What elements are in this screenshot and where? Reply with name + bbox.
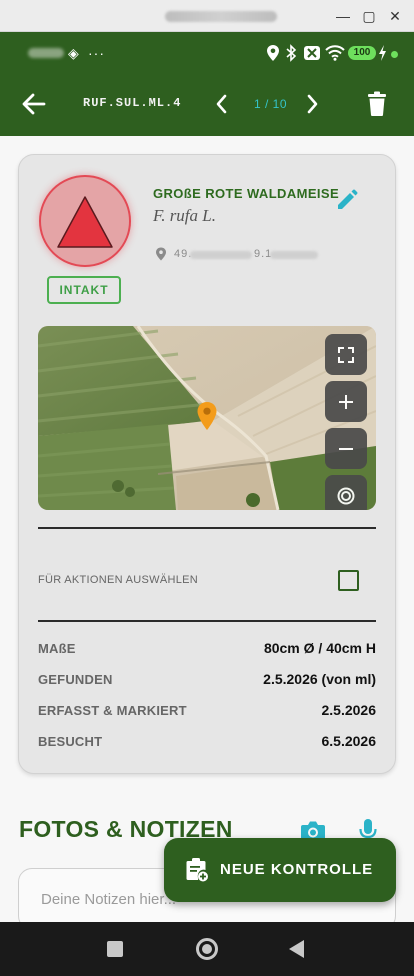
coordinates-redacted [270,251,318,259]
found-value: 2.5.2026 (von ml) [263,671,376,687]
wifi-icon [325,45,345,61]
coordinates-redacted [190,251,252,259]
nest-status-marker [39,175,131,267]
visited-label: BESUCHT [38,734,103,749]
visited-value: 6.5.2026 [321,733,377,749]
nest-detail-content[interactable]: INTAKT GROßE ROTE WALDAMEISE F. rufa L. … [0,136,414,922]
pager-indicator: 1 / 10 [254,97,288,111]
zoom-in-button[interactable] [325,381,367,422]
coordinates-pin-icon [156,247,166,261]
locate-me-button[interactable] [325,475,367,510]
species-latin-name: F. rufa L. [153,206,216,225]
fullscreen-button[interactable] [325,334,367,375]
status-notifications-redacted [28,48,64,58]
system-navigation-bar [0,922,414,976]
dimensions-label: MAßE [38,641,76,656]
select-for-actions-label: FÜR AKTIONEN AUSWÄHLEN [38,574,199,586]
divider [38,527,376,529]
window-titlebar: — ▢ ✕ [0,0,414,32]
divider [38,620,376,622]
fullscreen-icon [338,347,354,363]
recents-button[interactable] [107,941,123,957]
location-target-icon [337,487,355,505]
new-inspection-label: NEUE KONTROLLE [220,861,374,878]
notification-icon: ◈ [68,45,79,61]
recorded-value: 2.5.2026 [321,702,377,718]
species-common-name: GROßE ROTE WALDAMEISE [153,186,340,201]
nest-location-map[interactable] [38,326,376,510]
back-arrow-icon[interactable] [20,90,48,118]
map-marker-icon[interactable] [196,401,218,431]
plus-icon [339,395,353,409]
dimensions-value: 80cm Ø / 40cm H [263,640,376,656]
indicator-dot [391,51,398,58]
select-for-actions-checkbox[interactable] [338,570,359,591]
found-label: GEFUNDEN [38,672,113,687]
clipboard-add-icon [186,858,208,882]
home-button[interactable] [196,938,218,960]
app-window: — ▢ ✕ ◈ ··· 100 RUF.SUL.ML.4 1 / 10 INTA… [0,0,414,976]
close-button[interactable]: ✕ [384,5,406,27]
app-bar: RUF.SUL.ML.4 1 / 10 [0,74,414,136]
edit-pencil-icon[interactable] [335,188,359,212]
zoom-out-button[interactable] [325,428,367,469]
status-bar: ◈ ··· 100 [0,32,414,74]
minus-icon [339,448,353,450]
nest-identifier: RUF.SUL.ML.4 [83,96,182,110]
overflow-dots-icon: ··· [88,45,105,61]
maximize-button[interactable]: ▢ [358,5,380,27]
charging-icon [379,45,386,61]
status-badge: INTAKT [47,276,121,304]
triangle-status-icon [57,196,113,248]
window-title-redacted [165,11,277,22]
next-nest-button[interactable] [302,91,322,117]
delete-trash-icon[interactable] [366,91,388,117]
location-icon [267,45,279,61]
recorded-label: ERFASST & MARKIERT [38,703,187,718]
battery-icon: 100 [348,46,376,60]
minimize-button[interactable]: — [332,5,354,27]
new-inspection-button[interactable]: NEUE KONTROLLE [164,838,396,902]
bluetooth-icon [286,44,297,62]
previous-nest-button[interactable] [212,91,232,117]
nest-card: INTAKT GROßE ROTE WALDAMEISE F. rufa L. … [18,154,396,774]
system-back-button[interactable] [289,940,304,958]
mobile-data-off-icon [304,46,320,60]
